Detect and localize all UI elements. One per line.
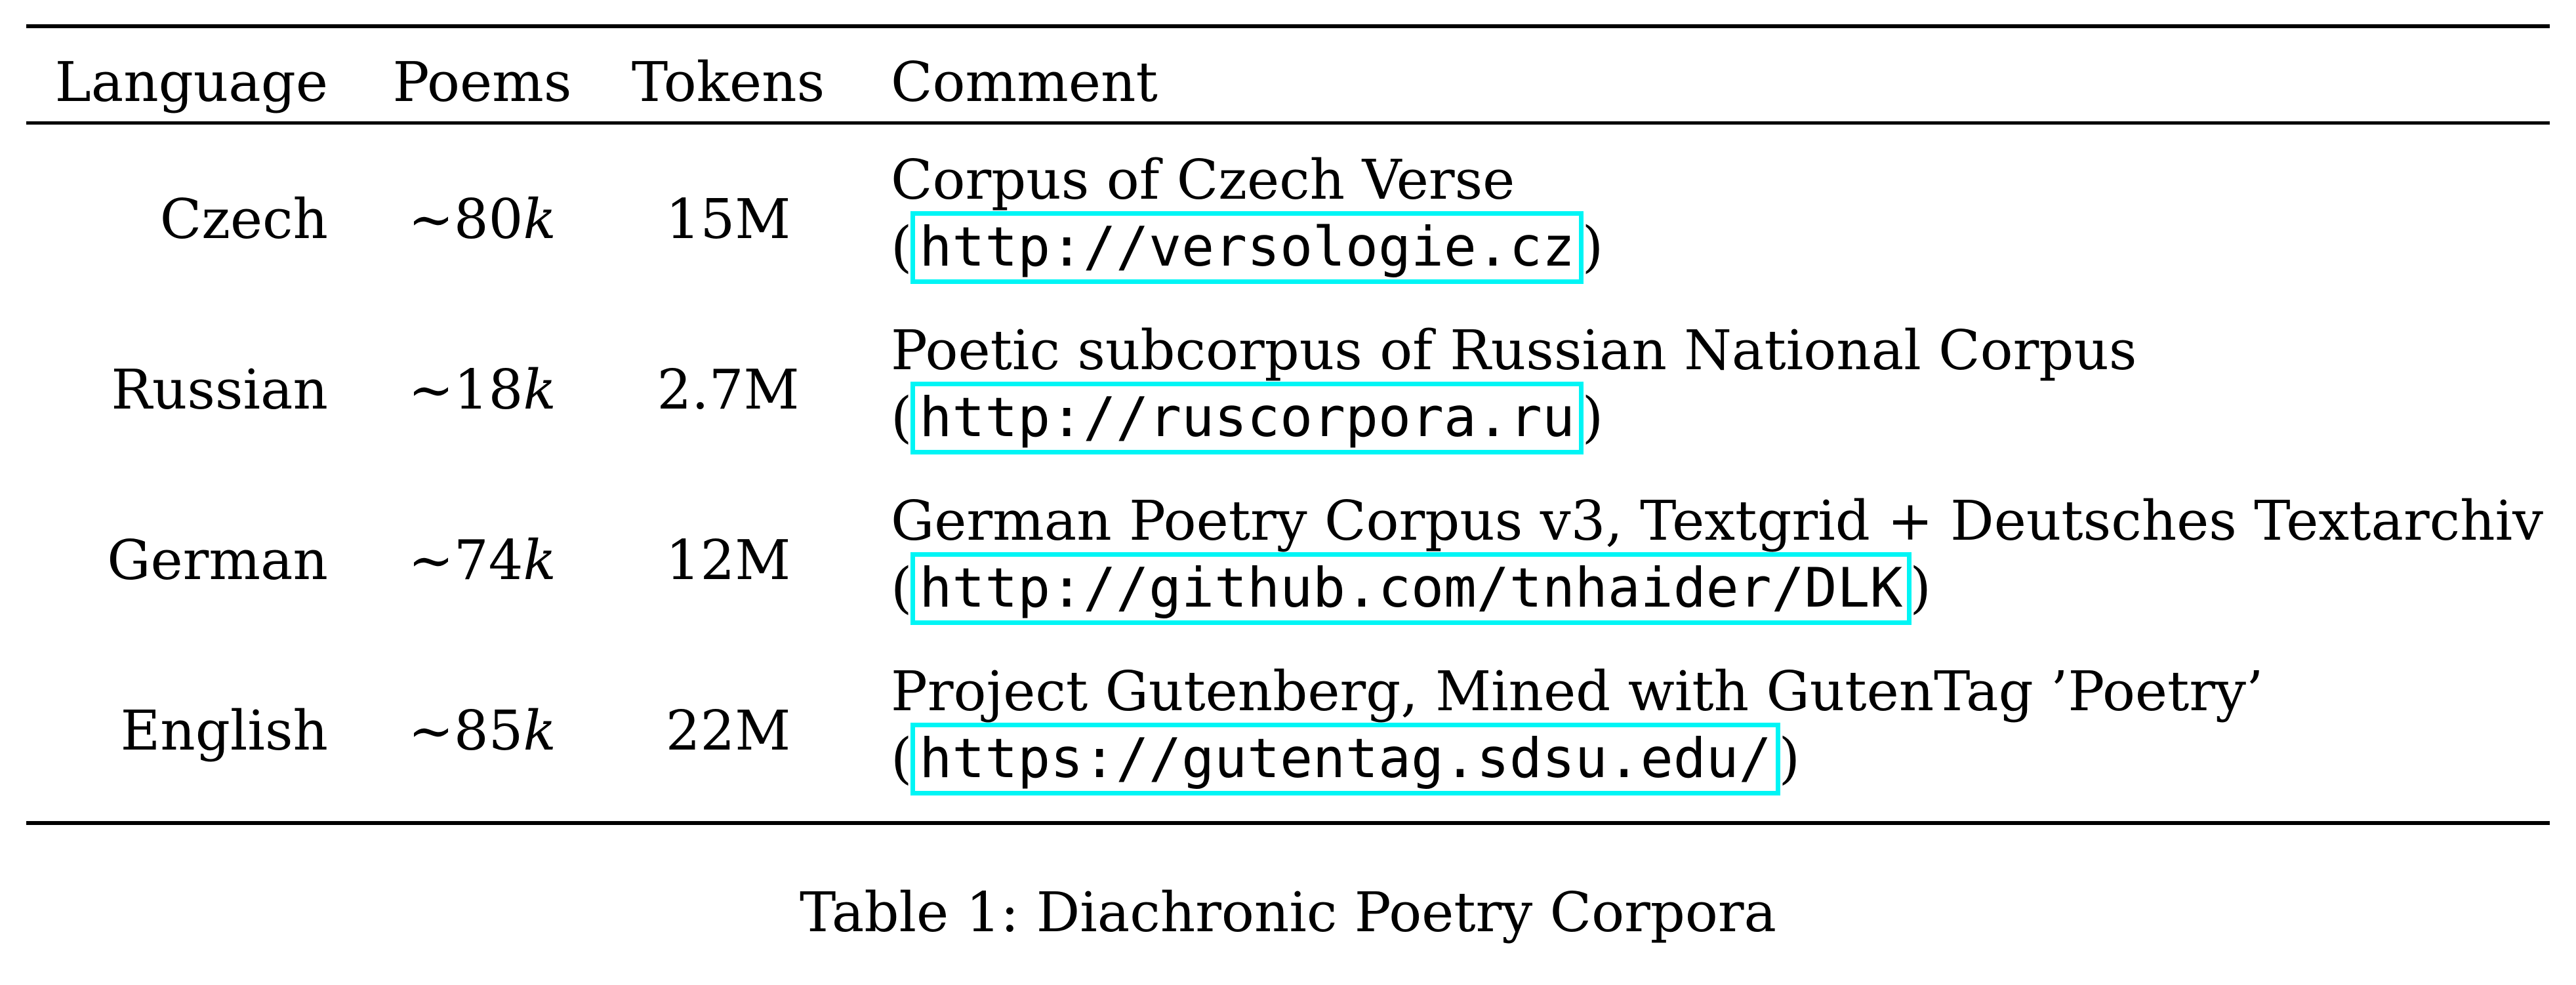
language-cell: German (107, 529, 328, 592)
comment-text: Corpus of Czech Verse (891, 148, 1515, 212)
url-link[interactable]: http://versologie.cz (910, 211, 1584, 284)
comment-text: German Poetry Corpus v3, Textgrid + Deut… (891, 489, 2544, 553)
comment-text: Poetic subcorpus of Russian National Cor… (891, 319, 2137, 382)
tokens-cell: 12M (665, 529, 791, 592)
tokens-cell: 15M (665, 188, 791, 251)
tokens-cell: 22M (665, 699, 791, 763)
bottom-rule (26, 821, 2550, 825)
comment-text: Project Gutenberg, Mined with GutenTag ’… (891, 660, 2264, 723)
header-poems: Poems (392, 50, 572, 114)
poems-cell: ∼85k (408, 699, 556, 763)
url-link[interactable]: http://github.com/tnhaider/DLK (910, 552, 1912, 625)
table-caption: Table 1: Diachronic Poetry Corpora (799, 881, 1777, 944)
language-cell: Czech (159, 188, 328, 251)
comment-link-line: (http://github.com/tnhaider/DLK) (891, 552, 1931, 625)
comment-link-line: (http://versologie.cz) (891, 211, 1603, 284)
language-cell: Russian (111, 358, 328, 422)
header-language: Language (54, 50, 328, 114)
poems-cell: ∼18k (408, 358, 556, 422)
header-rule (26, 121, 2550, 125)
url-link[interactable]: http://ruscorpora.ru (910, 382, 1584, 454)
header-tokens: Tokens (631, 50, 825, 114)
comment-link-line: (http://ruscorpora.ru) (891, 382, 1603, 454)
tokens-cell: 2.7M (657, 358, 800, 422)
top-rule (26, 24, 2550, 28)
url-link[interactable]: https://gutentag.sdsu.edu/ (910, 723, 1780, 795)
header-comment: Comment (891, 50, 1158, 114)
language-cell: English (120, 699, 328, 763)
comment-link-line: (https://gutentag.sdsu.edu/) (891, 723, 1800, 795)
poems-cell: ∼80k (408, 188, 556, 251)
poems-cell: ∼74k (408, 529, 556, 592)
